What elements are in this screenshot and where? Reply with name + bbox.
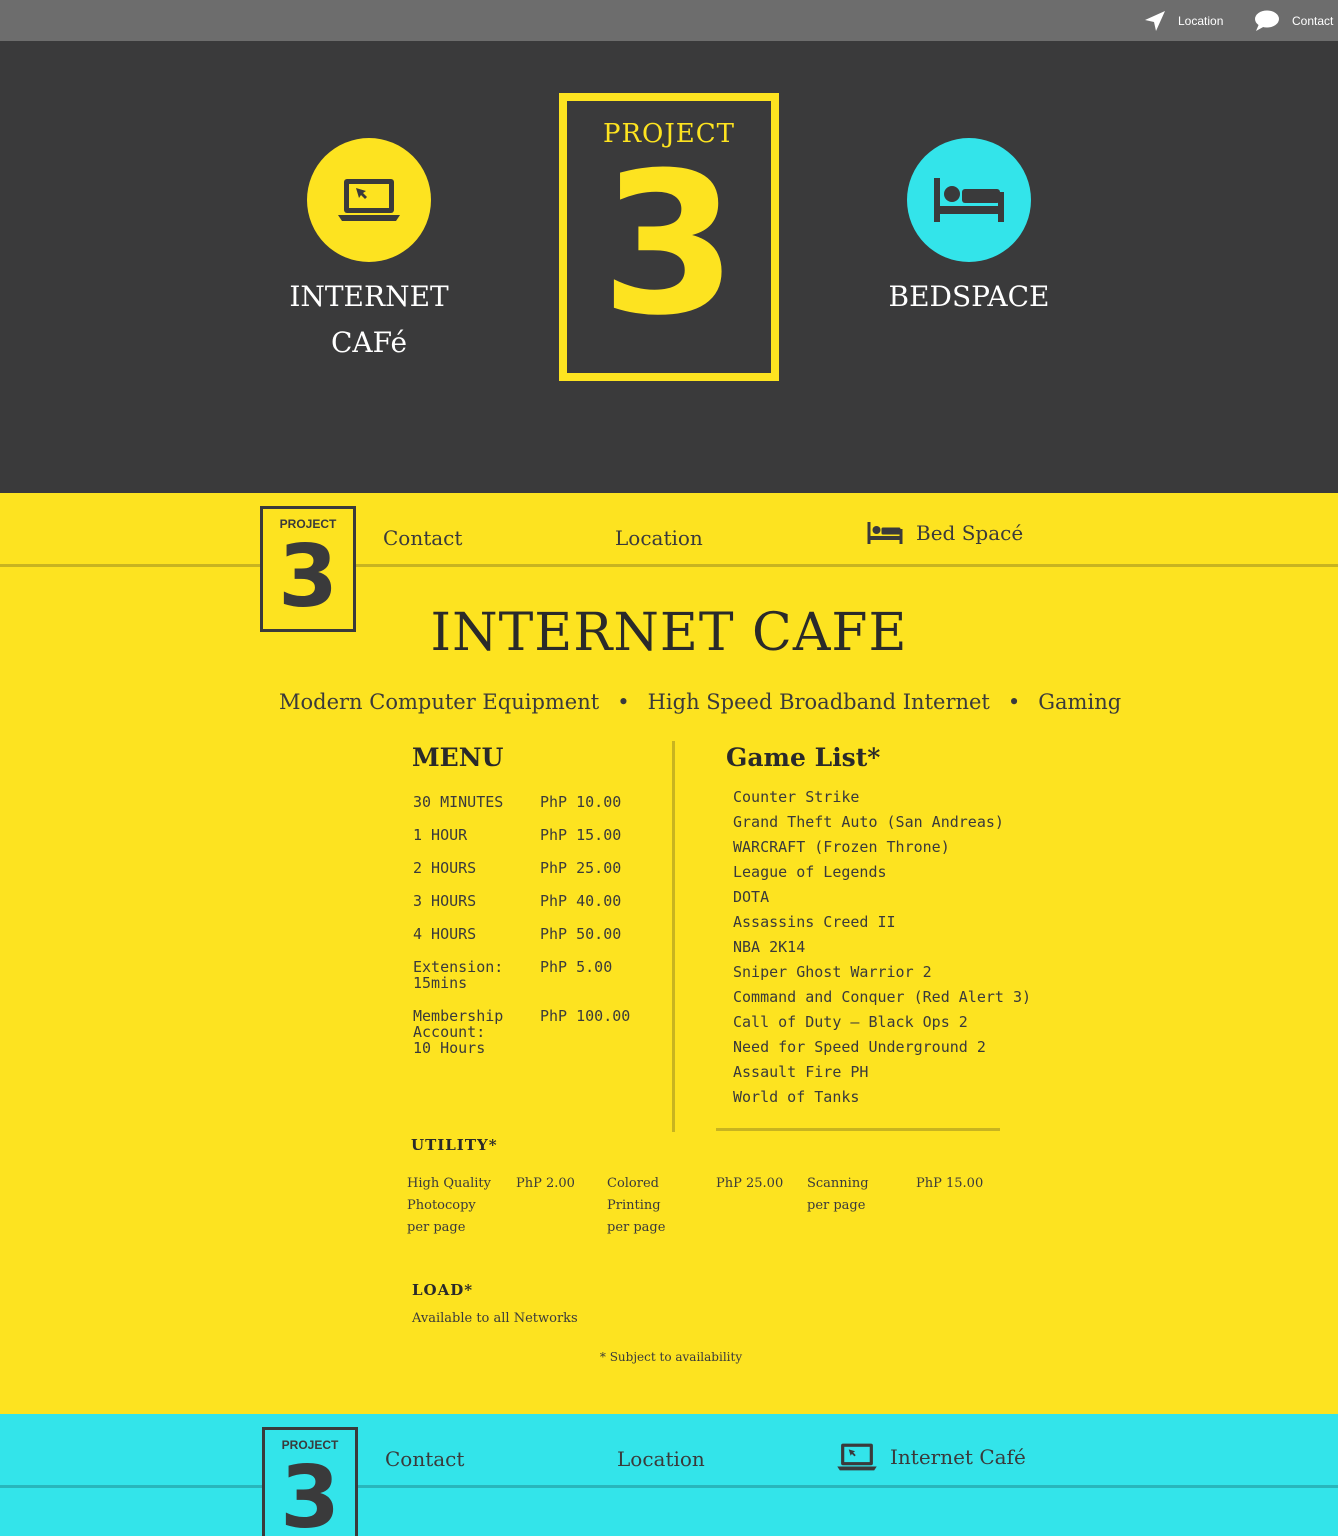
game-item: Assault Fire PH — [733, 1063, 869, 1081]
menu-item-price: PhP 10.00 — [540, 793, 622, 811]
menu-item-price: PhP 5.00 — [540, 958, 613, 976]
availability-note: * Subject to availability — [599, 1350, 743, 1364]
laptop-icon — [837, 1443, 877, 1471]
menu-item-name: 3 HOURS — [413, 892, 477, 910]
nav-contact-link[interactable]: Contact — [385, 1447, 464, 1471]
bed-icon — [867, 522, 903, 544]
feature-item: Gaming — [1038, 690, 1122, 714]
menu-item-price: PhP 100.00 — [540, 1007, 631, 1025]
game-item: Grand Theft Auto (San Andreas) — [733, 813, 1004, 831]
menu-item-price: PhP 25.00 — [540, 859, 622, 877]
top-contact-label: Contact — [1292, 13, 1334, 28]
game-item: Command and Conquer (Red Alert 3) — [733, 988, 1032, 1006]
game-item: DOTA — [733, 888, 770, 906]
nav-bedspace-link[interactable]: Bed Spacé — [866, 521, 1023, 545]
bedspace-section: PROJECT 3 Contact Location Internet Café — [0, 1414, 1338, 1536]
game-item: WARCRAFT (Frozen Throne) — [733, 838, 950, 856]
utility-item-price: PhP 25.00 — [716, 1176, 784, 1191]
nav-contact-link[interactable]: Contact — [383, 526, 462, 550]
game-item: World of Tanks — [733, 1088, 860, 1106]
top-bar: Location Contact — [0, 0, 1338, 41]
load-title: LOAD* — [412, 1281, 474, 1299]
nav-logo-number: 3 — [280, 1448, 340, 1536]
menu-title: MENU — [412, 743, 504, 772]
menu-item-name: 2 HOURS — [413, 859, 477, 877]
menu-item-price: PhP 50.00 — [540, 925, 622, 943]
nav-location-link[interactable]: Location — [615, 526, 703, 550]
bed-icon — [934, 178, 1004, 222]
game-list-divider — [716, 1128, 1000, 1131]
game-item: Assassins Creed II — [733, 913, 896, 931]
load-text: Available to all Networks — [412, 1311, 578, 1326]
game-item: Call of Duty – Black Ops 2 — [733, 1013, 968, 1031]
bedspace-circle[interactable] — [907, 138, 1031, 262]
game-list-title: Game List* — [726, 743, 881, 772]
feature-separator: • — [617, 690, 630, 714]
game-item: Counter Strike — [733, 788, 860, 806]
nav-internet-cafe-label: Internet Café — [890, 1445, 1026, 1469]
menu-item-price: PhP 40.00 — [540, 892, 622, 910]
game-item: Sniper Ghost Warrior 2 — [733, 963, 932, 981]
nav-divider — [0, 1485, 1338, 1488]
internet-cafe-label-line2: CAFé — [330, 326, 408, 359]
game-item: Need for Speed Underground 2 — [733, 1038, 986, 1056]
utility-item-price: PhP 2.00 — [516, 1176, 575, 1191]
nav-logo[interactable]: PROJECT 3 — [262, 1427, 358, 1536]
menu-item-price: PhP 15.00 — [540, 826, 622, 844]
menu-item-name: 30 MINUTES — [413, 793, 504, 811]
game-list: Counter Strike Grand Theft Auto (San And… — [733, 787, 1031, 1112]
menu-item-name: 4 HOURS — [413, 925, 477, 943]
bedspace-label[interactable]: BEDSPACE — [869, 274, 1069, 320]
game-item: League of Legends — [733, 863, 887, 881]
utility-title: UTILITY* — [411, 1136, 498, 1154]
menu-item-name: Extension: 15mins — [413, 958, 504, 992]
location-arrow-icon — [1145, 10, 1165, 31]
top-location-label: Location — [1178, 13, 1224, 28]
hero: INTERNET CAFé PROJECT 3 BEDSPACE — [0, 41, 1338, 493]
logo-number: 3 — [600, 131, 738, 359]
nav-internet-cafe-link[interactable]: Internet Café — [836, 1442, 1026, 1472]
menu-item-name: Membership Account: 10 Hours — [413, 1007, 504, 1057]
page-title: INTERNET CAFE — [430, 603, 908, 663]
features-line: Modern Computer Equipment • High Speed Bro… — [279, 690, 1121, 714]
feature-separator: • — [1007, 690, 1021, 714]
internet-cafe-label[interactable]: INTERNET CAFé — [264, 274, 474, 366]
utility-item-price: PhP 15.00 — [916, 1176, 984, 1191]
nav-divider — [0, 564, 1338, 567]
utility-item-name: Colored Printing per page — [607, 1176, 666, 1235]
feature-item: Modern Computer Equipment — [279, 690, 600, 714]
top-contact-link[interactable]: Contact — [1254, 0, 1333, 41]
menu-item-name: 1 HOUR — [413, 826, 468, 844]
game-item: NBA 2K14 — [733, 938, 806, 956]
column-divider — [672, 741, 675, 1132]
nav-location-link[interactable]: Location — [617, 1447, 705, 1471]
feature-item: High Speed Broadband Internet — [647, 690, 990, 714]
internet-cafe-circle[interactable] — [307, 138, 431, 262]
nav-bedspace-label: Bed Spacé — [916, 521, 1024, 545]
internet-cafe-label-line1: INTERNET — [289, 280, 449, 313]
utility-item-name: High Quality Photocopy per page — [407, 1176, 491, 1235]
speech-bubble-icon — [1255, 10, 1279, 31]
top-location-link[interactable]: Location — [1144, 0, 1223, 41]
project-3-logo: PROJECT 3 — [559, 93, 779, 381]
internet-cafe-section: PROJECT 3 Contact Location Bed Spacé INT… — [0, 493, 1338, 1414]
utility-item-name: Scanning per page — [807, 1176, 869, 1213]
laptop-icon — [338, 179, 400, 221]
